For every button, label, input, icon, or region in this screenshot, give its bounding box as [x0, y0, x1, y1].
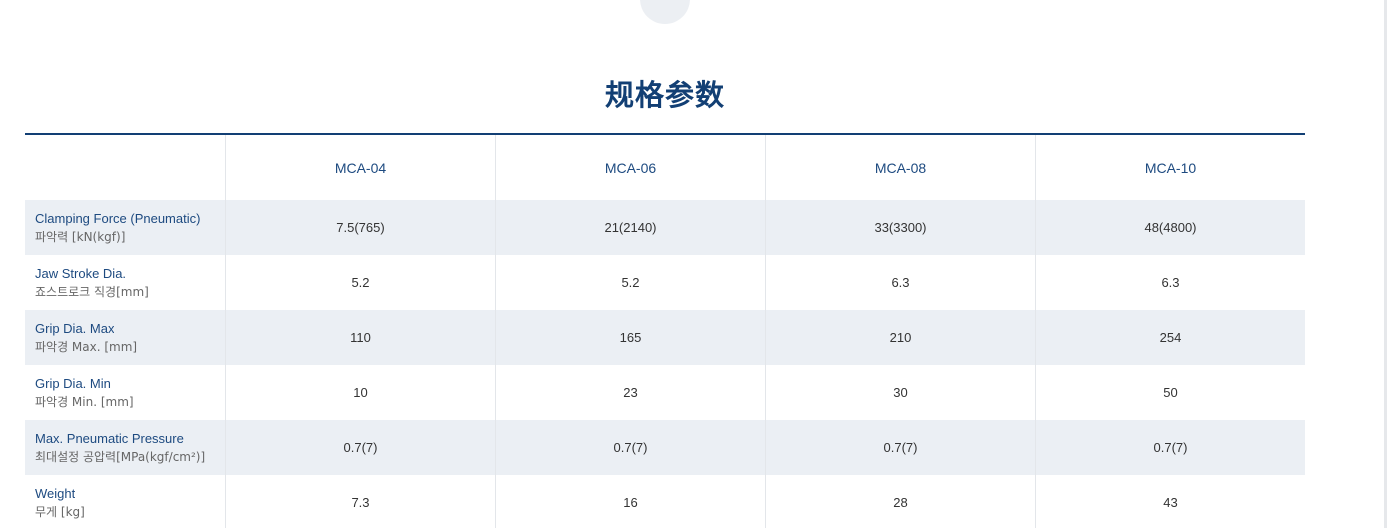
row-label-ko: 파악경 Max. [mm] — [35, 339, 138, 354]
table-row: Grip Dia. Max 파악경 Max. [mm] 110 165 210 … — [25, 310, 1305, 365]
value-cell: 0.7(7) — [225, 420, 495, 475]
value-cell: 43 — [1035, 475, 1305, 528]
table-row: Weight 무게 [kg] 7.3 16 28 43 — [25, 475, 1305, 528]
row-label-en: Weight — [35, 485, 76, 501]
row-label-cell: Grip Dia. Max 파악경 Max. [mm] — [25, 310, 225, 365]
value-cell: 0.7(7) — [1035, 420, 1305, 475]
header-blank-cell — [25, 135, 225, 200]
table-row: Clamping Force (Pneumatic) 파악력 [kN(kgf)]… — [25, 200, 1305, 255]
row-label-ko: 최대설정 공압력[MPa(kgf/cm²)] — [35, 449, 206, 464]
row-label-ko: 파악경 Min. [mm] — [35, 394, 134, 409]
spec-table: MCA-04 MCA-06 MCA-08 MCA-10 Clamping For… — [25, 133, 1305, 528]
value-cell: 30 — [765, 365, 1035, 420]
scroll-top-circle[interactable] — [640, 0, 690, 24]
header-model-cell: MCA-10 — [1035, 135, 1305, 200]
value-cell: 0.7(7) — [765, 420, 1035, 475]
row-label-cell: Grip Dia. Min 파악경 Min. [mm] — [25, 365, 225, 420]
table-row: Jaw Stroke Dia. 죠스트로크 직경[mm] 5.2 5.2 6.3… — [25, 255, 1305, 310]
value-cell: 254 — [1035, 310, 1305, 365]
value-cell: 0.7(7) — [495, 420, 765, 475]
header-model-cell: MCA-04 — [225, 135, 495, 200]
value-cell: 6.3 — [1035, 255, 1305, 310]
row-label-cell: Weight 무게 [kg] — [25, 475, 225, 528]
row-label-en: Grip Dia. Min — [35, 375, 111, 391]
value-cell: 165 — [495, 310, 765, 365]
row-label-en: Grip Dia. Max — [35, 320, 115, 336]
row-label-cell: Max. Pneumatic Pressure 최대설정 공압력[MPa(kgf… — [25, 420, 225, 475]
row-label-ko: 파악력 [kN(kgf)] — [35, 229, 126, 244]
table-row: Grip Dia. Min 파악경 Min. [mm] 10 23 30 50 — [25, 365, 1305, 420]
row-label-ko: 죠스트로크 직경[mm] — [35, 284, 149, 299]
value-cell: 210 — [765, 310, 1035, 365]
spec-page: 规格参数 MCA-04 MCA-06 MCA-08 MCA-10 Clampin… — [0, 0, 1387, 528]
value-cell: 10 — [225, 365, 495, 420]
value-cell: 7.5(765) — [225, 200, 495, 255]
value-cell: 7.3 — [225, 475, 495, 528]
row-label-en: Max. Pneumatic Pressure — [35, 430, 184, 446]
value-cell: 48(4800) — [1035, 200, 1305, 255]
row-label-ko: 무게 [kg] — [35, 504, 85, 519]
header-model-cell: MCA-08 — [765, 135, 1035, 200]
page-title: 规格参数 — [604, 78, 725, 112]
value-cell: 33(3300) — [765, 200, 1035, 255]
value-cell: 50 — [1035, 365, 1305, 420]
row-label-cell: Jaw Stroke Dia. 죠스트로크 직경[mm] — [25, 255, 225, 310]
value-cell: 5.2 — [495, 255, 765, 310]
row-label-en: Jaw Stroke Dia. — [35, 265, 127, 281]
value-cell: 6.3 — [765, 255, 1035, 310]
row-label-cell: Clamping Force (Pneumatic) 파악력 [kN(kgf)] — [25, 200, 225, 255]
value-cell: 5.2 — [225, 255, 495, 310]
row-label-en: Clamping Force (Pneumatic) — [35, 210, 201, 226]
table-header-row: MCA-04 MCA-06 MCA-08 MCA-10 — [25, 135, 1305, 200]
value-cell: 23 — [495, 365, 765, 420]
header-model-cell: MCA-06 — [495, 135, 765, 200]
table-row: Max. Pneumatic Pressure 최대설정 공압력[MPa(kgf… — [25, 420, 1305, 475]
value-cell: 16 — [495, 475, 765, 528]
value-cell: 110 — [225, 310, 495, 365]
value-cell: 21(2140) — [495, 200, 765, 255]
value-cell: 28 — [765, 475, 1035, 528]
